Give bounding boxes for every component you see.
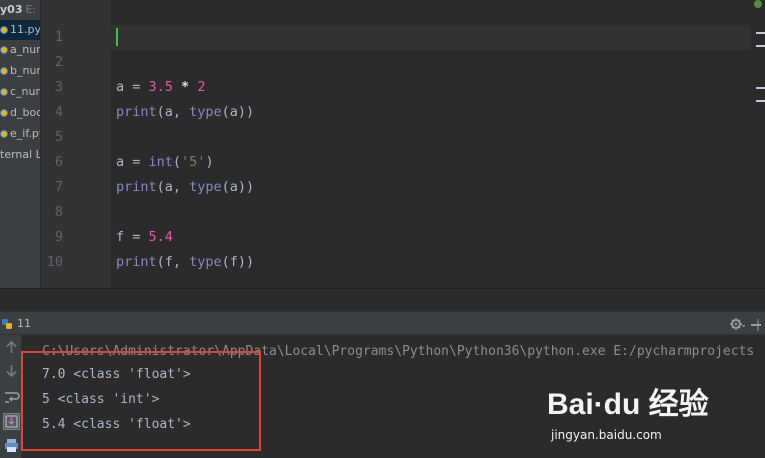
python-file-icon <box>0 67 8 75</box>
file-label: 11.py <box>10 23 41 36</box>
file-item[interactable]: e_if.py <box>0 124 40 144</box>
inspection-ok-icon <box>754 0 762 8</box>
python-icon <box>2 318 12 329</box>
code-line: 9 print(f, type(f)) <box>41 200 254 270</box>
code-line: 2 a = 3.5 * 2 <box>41 25 206 95</box>
file-label: d_boc <box>10 106 41 119</box>
code-text: a = int('5') <box>116 154 214 170</box>
soft-wrap-icon[interactable] <box>3 389 20 406</box>
run-toolbar <box>0 335 22 458</box>
python-file-icon <box>0 46 8 54</box>
code-text: a = 3.5 * 2 <box>116 79 206 95</box>
editor-bottom-area <box>0 288 765 311</box>
external-libraries-label: ternal L <box>0 148 41 161</box>
print-icon[interactable] <box>3 437 20 454</box>
hide-panel-icon[interactable] <box>749 316 763 332</box>
python-file-icon <box>0 26 8 34</box>
run-tab[interactable]: 11 <box>0 312 31 335</box>
run-panel-header: 11 <box>0 311 765 335</box>
baidu-logo: Bai·du 经验 <box>547 387 709 421</box>
python-file-icon <box>0 130 8 138</box>
file-label: e_if.py <box>10 127 40 140</box>
file-label: b_num <box>10 64 40 77</box>
scroll-marker <box>756 87 765 89</box>
scroll-marker <box>756 32 765 34</box>
code-line: 4 <box>41 75 90 120</box>
current-line-highlight <box>111 25 751 50</box>
highlight-annotation-box <box>21 351 261 451</box>
code-line: 7 <box>41 150 90 195</box>
scroll-marker <box>756 45 765 47</box>
line-number: 10 <box>46 254 63 270</box>
file-label: c_num <box>10 85 40 98</box>
code-editor[interactable]: 1 2 a = 3.5 * 2 3 print(a, type(a)) 4 5 … <box>41 0 765 288</box>
external-libraries[interactable]: ternal L <box>0 145 41 165</box>
file-item[interactable]: c_num <box>0 82 40 102</box>
python-file-icon <box>0 109 8 117</box>
watermark-url: jingyan.baidu.com <box>551 428 662 442</box>
project-name: y03 <box>0 3 23 16</box>
project-path: E: <box>25 3 37 16</box>
file-item[interactable]: d_boc <box>0 103 41 123</box>
scroll-up-icon[interactable] <box>3 339 20 356</box>
file-item[interactable]: a_num <box>0 40 40 60</box>
python-file-icon <box>0 88 8 96</box>
code-text: print(f, type(f)) <box>116 254 255 270</box>
code-line: 8 f = 5.4 <box>41 175 173 245</box>
file-label: a_num <box>10 43 40 56</box>
file-item[interactable]: 11.py <box>0 20 41 40</box>
run-header-actions <box>729 316 763 332</box>
scroll-to-end-icon[interactable] <box>3 413 20 430</box>
code-text: print(a, type(a)) <box>116 179 255 195</box>
code-line: 5 a = int('5') <box>41 100 214 170</box>
code-line: 1 <box>41 0 90 45</box>
settings-gear-icon[interactable] <box>729 316 745 332</box>
file-item[interactable]: b_num <box>0 61 40 81</box>
run-tab-label: 11 <box>17 317 31 330</box>
scroll-marker <box>756 100 765 102</box>
baidu-jingyan-watermark: Bai·du 经验 jingyan.baidu.com <box>545 378 725 450</box>
code-line: 6 print(a, type(a)) <box>41 125 254 195</box>
project-sidebar: y03E: 11.py a_num b_num c_num d_boc e_if… <box>0 0 41 311</box>
code-line: 10 <box>41 225 90 270</box>
scroll-down-icon[interactable] <box>3 362 20 379</box>
code-text: f = 5.4 <box>116 229 173 245</box>
code-text: print(a, type(a)) <box>116 104 255 120</box>
code-line: 3 print(a, type(a)) <box>41 50 254 120</box>
editor-scrollbar[interactable] <box>751 0 765 288</box>
svg-text:Bai·du 经验: Bai·du 经验 <box>547 387 709 421</box>
project-root[interactable]: y03 E: <box>0 0 36 20</box>
text-cursor <box>116 28 118 46</box>
ide-window: y03E: 11.py a_num b_num c_num d_boc e_if… <box>0 0 765 458</box>
